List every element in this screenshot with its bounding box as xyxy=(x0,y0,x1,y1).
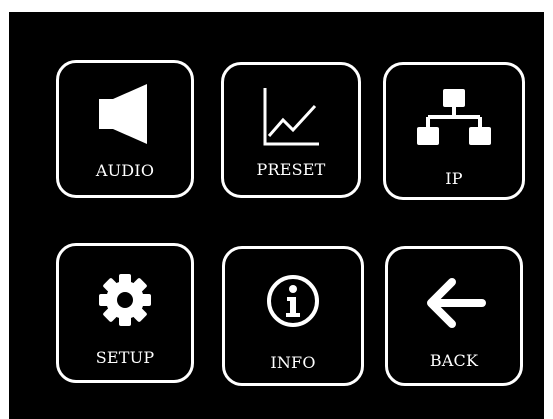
info-label: INFO xyxy=(270,353,316,372)
audio-label: AUDIO xyxy=(95,161,155,180)
audio-button[interactable]: AUDIO xyxy=(56,60,194,198)
info-icon xyxy=(225,271,361,331)
preset-label: PRESET xyxy=(256,160,326,179)
network-icon xyxy=(386,87,522,149)
gear-icon xyxy=(59,270,191,330)
ip-label: IP xyxy=(445,169,463,188)
speaker-icon xyxy=(59,83,191,145)
setup-button[interactable]: SETUP xyxy=(56,243,194,383)
info-button[interactable]: INFO xyxy=(222,246,364,386)
line-chart-icon xyxy=(224,85,358,149)
back-label: BACK xyxy=(429,351,479,370)
preset-button[interactable]: PRESET xyxy=(221,62,361,198)
setup-label: SETUP xyxy=(95,348,155,367)
ip-button[interactable]: IP xyxy=(383,62,525,200)
menu-screen: AUDIO PRESET IP SETUP INFO BACK xyxy=(9,12,544,419)
back-button[interactable]: BACK xyxy=(385,246,523,386)
arrow-left-icon xyxy=(388,275,520,331)
